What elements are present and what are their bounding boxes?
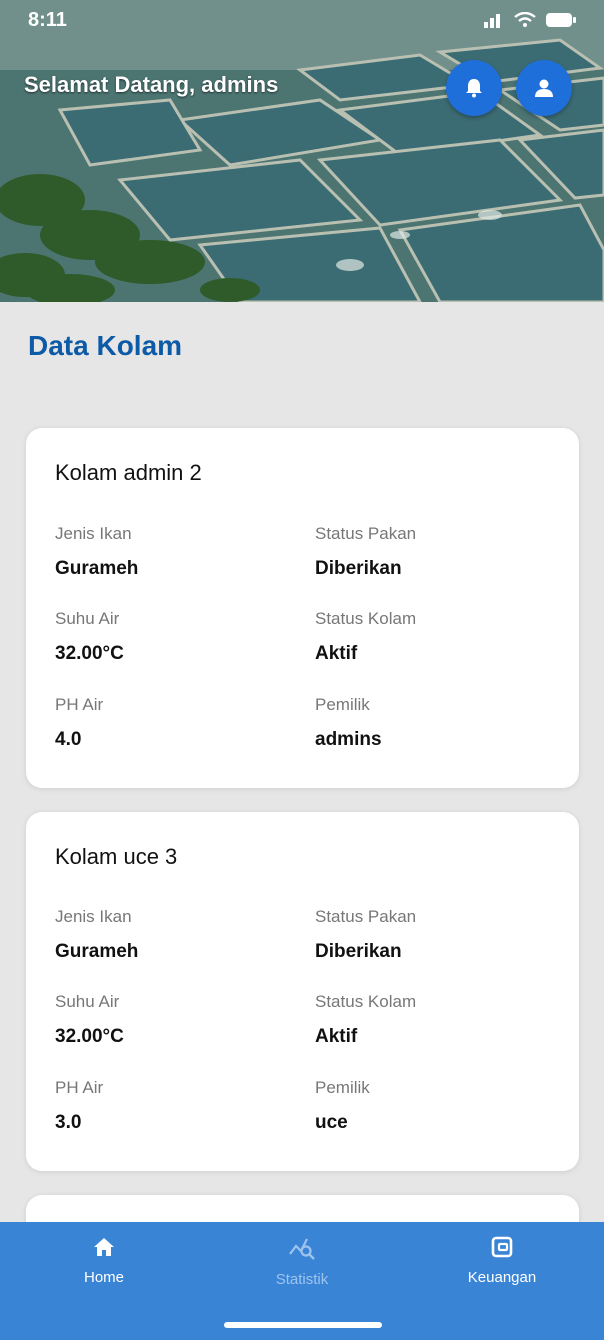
pond-name: Kolam uce 3 (55, 844, 178, 869)
water-temp-field: Suhu Air 32.00°C (55, 609, 124, 665)
nav-statistik-label: Statistik (275, 1271, 329, 1288)
nav-keuangan-label: Keuangan (467, 1269, 537, 1286)
fish-type-label: Jenis Ikan (55, 907, 132, 926)
pond-aerial-image (0, 0, 604, 302)
bell-icon (466, 79, 482, 98)
feed-status-field: Status Pakan Diberikan (315, 524, 416, 580)
wifi-icon (514, 12, 536, 27)
ph-label: PH Air (55, 1078, 104, 1097)
home-indicator[interactable] (224, 1322, 382, 1328)
water-temp-label: Suhu Air (55, 609, 120, 628)
section-title: Data Kolam (28, 330, 183, 361)
pond-status-field: Status Kolam Aktif (315, 992, 416, 1048)
water-temp-value: 32.00°C (55, 1026, 124, 1047)
pond-status-field: Status Kolam Aktif (315, 609, 416, 665)
water-temp-value: 32.00°C (55, 643, 124, 664)
ph-value: 3.0 (55, 1112, 82, 1133)
owner-value: admins (315, 729, 382, 750)
fish-type-field: Jenis Ikan Gurameh (55, 524, 138, 580)
profile-button[interactable] (516, 60, 572, 116)
fish-type-value: Gurameh (55, 941, 139, 962)
owner-label: Pemilik (315, 695, 370, 714)
nav-home-label: Home (83, 1269, 124, 1286)
water-temp-field: Suhu Air 32.00°C (55, 992, 124, 1048)
status-icons (484, 12, 576, 28)
pond-status-label: Status Kolam (315, 609, 417, 628)
owner-field: Pemilik uce (315, 1078, 370, 1134)
fish-type-field: Jenis Ikan Gurameh (55, 907, 138, 963)
statistics-icon (289, 1238, 315, 1260)
pond-status-value: Aktif (315, 643, 358, 664)
feed-status-label: Status Pakan (315, 524, 417, 543)
battery-icon (546, 13, 576, 27)
feed-status-value: Diberikan (315, 558, 402, 579)
owner-value: uce (315, 1112, 348, 1133)
ph-field: PH Air 4.0 (55, 695, 103, 751)
pond-card[interactable]: Kolam uce 3 Jenis Ikan Gurameh Status Pa… (26, 812, 579, 1171)
nav-statistik[interactable]: Statistik (232, 1236, 372, 1288)
home-icon (94, 1238, 114, 1256)
status-time: 8:11 (28, 8, 67, 31)
pond-status-value: Aktif (315, 1026, 358, 1047)
nav-keuangan[interactable]: Keuangan (432, 1236, 572, 1286)
ph-value: 4.0 (55, 729, 82, 750)
status-bar: 8:11 (0, 0, 604, 40)
fish-type-value: Gurameh (55, 558, 139, 579)
pond-status-label: Status Kolam (315, 992, 417, 1011)
pond-name: Kolam admin 2 (55, 460, 202, 485)
wallet-icon (491, 1236, 513, 1258)
owner-label: Pemilik (315, 1078, 370, 1097)
owner-field: Pemilik admins (315, 695, 382, 751)
user-icon (535, 79, 553, 97)
header-banner: 8:11 Selamat Datang, admins (0, 0, 604, 302)
notification-button[interactable] (446, 60, 502, 116)
feed-status-field: Status Pakan Diberikan (315, 907, 416, 963)
pond-card[interactable]: Kolam admin 2 Jenis Ikan Gurameh Status … (26, 428, 579, 788)
ph-label: PH Air (55, 695, 104, 714)
water-temp-label: Suhu Air (55, 992, 120, 1011)
feed-status-value: Diberikan (315, 941, 402, 962)
signal-icon (484, 14, 500, 28)
feed-status-label: Status Pakan (315, 907, 417, 926)
nav-home[interactable]: Home (34, 1236, 174, 1286)
fish-type-label: Jenis Ikan (55, 524, 132, 543)
welcome-text: Selamat Datang, admins (24, 72, 279, 97)
ph-field: PH Air 3.0 (55, 1078, 103, 1134)
